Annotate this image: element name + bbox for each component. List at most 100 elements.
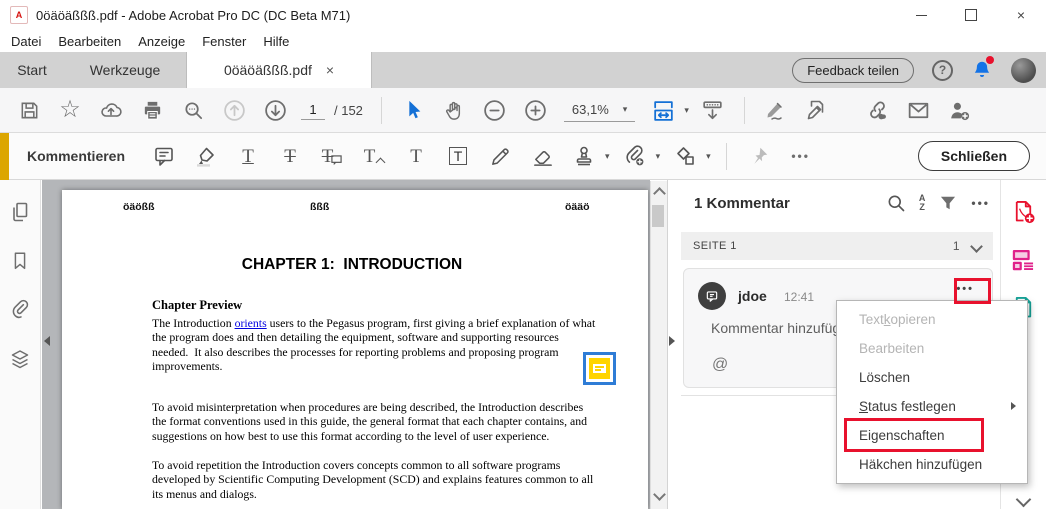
organize-pages-icon[interactable]: [1010, 246, 1037, 273]
submenu-arrow-icon: [1011, 402, 1016, 410]
context-menu-item-eigenschaften[interactable]: Eigenschaften: [837, 421, 1027, 450]
chevron-down-icon[interactable]: ▾: [656, 152, 661, 161]
collapse-left-pane-icon[interactable]: [44, 336, 50, 346]
next-page-icon[interactable]: [258, 93, 292, 127]
close-comment-mode-button[interactable]: Schließen: [918, 141, 1030, 171]
scrollbar-thumb[interactable]: [652, 205, 664, 227]
attach-file-tool-icon[interactable]: [618, 139, 652, 173]
sort-comments-icon[interactable]: AZ: [919, 194, 926, 213]
comment-options-icon[interactable]: •••: [956, 283, 974, 295]
print-icon[interactable]: [135, 93, 169, 127]
sticky-note-annotation[interactable]: [583, 352, 616, 385]
tab-werkzeuge[interactable]: Werkzeuge: [64, 52, 186, 88]
page-header-left: öäößß: [123, 201, 155, 213]
tab-close-icon[interactable]: ×: [326, 62, 334, 78]
attachments-icon[interactable]: [9, 298, 32, 321]
maximize-button[interactable]: [946, 0, 996, 30]
comments-options-icon[interactable]: •••: [971, 196, 990, 210]
collapse-group-icon[interactable]: [970, 240, 983, 253]
hand-tool-icon[interactable]: [437, 93, 471, 127]
chevron-down-icon[interactable]: ▾: [605, 152, 610, 161]
menu-fenster[interactable]: Fenster: [202, 34, 246, 49]
search-icon[interactable]: [176, 93, 210, 127]
add-person-icon[interactable]: [943, 93, 977, 127]
feedback-button[interactable]: Feedback teilen: [792, 58, 914, 83]
mention-icon[interactable]: @: [712, 356, 728, 374]
add-comment-placeholder[interactable]: Kommentar hinzufügen: [711, 320, 856, 336]
help-icon[interactable]: ?: [932, 60, 953, 81]
search-comments-icon[interactable]: [886, 193, 906, 213]
paragraph-3: To avoid repetition the Introduction cov…: [152, 458, 597, 501]
save-icon[interactable]: [12, 93, 46, 127]
text-box-tool-icon[interactable]: T: [441, 139, 475, 173]
page-count-label: / 152: [334, 103, 363, 118]
insert-text-tool-icon[interactable]: T: [357, 139, 391, 173]
chevron-down-icon[interactable]: ▾: [706, 152, 711, 161]
context-menu-item-haekchen-hinzufuegen[interactable]: Häkchen hinzufügen: [837, 450, 1027, 479]
chapter-heading: CHAPTER 1: INTRODUCTION: [132, 256, 572, 274]
menu-bearbeiten[interactable]: Bearbeiten: [58, 34, 121, 49]
context-menu-item-text-kopieren[interactable]: Text kopieren: [837, 305, 1027, 334]
close-button[interactable]: ×: [996, 0, 1046, 30]
page-group-count: 1: [953, 239, 960, 253]
edit-pdf-icon[interactable]: [800, 93, 834, 127]
context-menu-item-status-festlegen[interactable]: Status festlegen: [837, 392, 1027, 421]
tab-bar: Start Werkzeuge 0öäöäßßß.pdf × Feedback …: [0, 52, 1046, 88]
highlight-tool-icon[interactable]: [189, 139, 223, 173]
bookmarks-icon[interactable]: [9, 250, 31, 272]
scroll-down-icon[interactable]: [653, 488, 666, 501]
tab-start[interactable]: Start: [0, 52, 64, 88]
strikethrough-text-tool-icon[interactable]: T: [273, 139, 307, 173]
underline-text-tool-icon[interactable]: T: [231, 139, 265, 173]
fit-width-icon[interactable]: [646, 93, 680, 127]
zoom-in-icon[interactable]: [519, 93, 553, 127]
notifications-bell-icon[interactable]: [971, 58, 993, 82]
draw-pencil-tool-icon[interactable]: [483, 139, 517, 173]
sticky-note-tool-icon[interactable]: [147, 139, 181, 173]
minimize-button[interactable]: [896, 0, 946, 30]
stamp-tool-icon[interactable]: [567, 139, 601, 173]
create-pdf-icon[interactable]: [1010, 198, 1037, 225]
drawing-shapes-tool-icon[interactable]: [668, 139, 702, 173]
context-menu-item-loeschen[interactable]: Löschen: [837, 363, 1027, 392]
sign-pen-icon[interactable]: [759, 93, 793, 127]
select-tool-icon[interactable]: [396, 93, 430, 127]
chevron-down-icon[interactable]: ▾: [684, 106, 689, 115]
keep-tool-pin-icon[interactable]: [742, 139, 776, 173]
layers-icon[interactable]: [8, 347, 32, 371]
comment-toolbar: Kommentieren T T T T T T ▾: [0, 133, 1046, 180]
page-display-icon[interactable]: [696, 93, 730, 127]
user-avatar[interactable]: [1011, 58, 1036, 83]
menu-bar: Datei Bearbeiten Anzeige Fenster Hilfe: [0, 30, 1046, 52]
comments-panel-tools: AZ •••: [886, 193, 990, 213]
more-options-icon[interactable]: •••: [784, 139, 818, 173]
email-icon[interactable]: [902, 93, 936, 127]
menu-datei[interactable]: Datei: [11, 34, 41, 49]
expand-tools-icon[interactable]: [1000, 494, 1046, 505]
cloud-upload-icon[interactable]: [94, 93, 128, 127]
eraser-tool-icon[interactable]: [525, 139, 559, 173]
collapse-right-pane-icon[interactable]: [669, 336, 675, 346]
chevron-down-icon: ▾: [623, 105, 628, 114]
document-scrollbar[interactable]: [650, 181, 668, 509]
share-link-icon[interactable]: [861, 93, 895, 127]
page-thumbnails-icon[interactable]: [8, 200, 32, 224]
scroll-up-icon[interactable]: [653, 187, 666, 200]
comment-author: jdoe: [738, 288, 767, 304]
context-menu-item-bearbeiten[interactable]: Bearbeiten: [837, 334, 1027, 363]
star-icon[interactable]: ☆: [53, 93, 87, 127]
replace-text-tool-icon[interactable]: T: [315, 139, 349, 173]
zoom-out-icon[interactable]: [478, 93, 512, 127]
menu-hilfe[interactable]: Hilfe: [263, 34, 289, 49]
add-text-tool-icon[interactable]: T: [399, 139, 433, 173]
page-number-input[interactable]: [301, 100, 325, 120]
page-group-header[interactable]: SEITE 1 1: [681, 232, 993, 260]
chapter-preview-heading: Chapter Preview: [152, 298, 242, 313]
previous-page-icon[interactable]: [217, 93, 251, 127]
filter-comments-icon[interactable]: [938, 193, 958, 213]
orients-hyperlink[interactable]: orients: [235, 316, 267, 330]
tab-document[interactable]: 0öäöäßßß.pdf ×: [186, 52, 372, 88]
zoom-level-select[interactable]: 63,1% ▾: [564, 99, 635, 122]
menu-anzeige[interactable]: Anzeige: [138, 34, 185, 49]
pdf-page: öäößß ßßß öääö CHAPTER 1: INTRODUCTION C…: [62, 190, 648, 509]
